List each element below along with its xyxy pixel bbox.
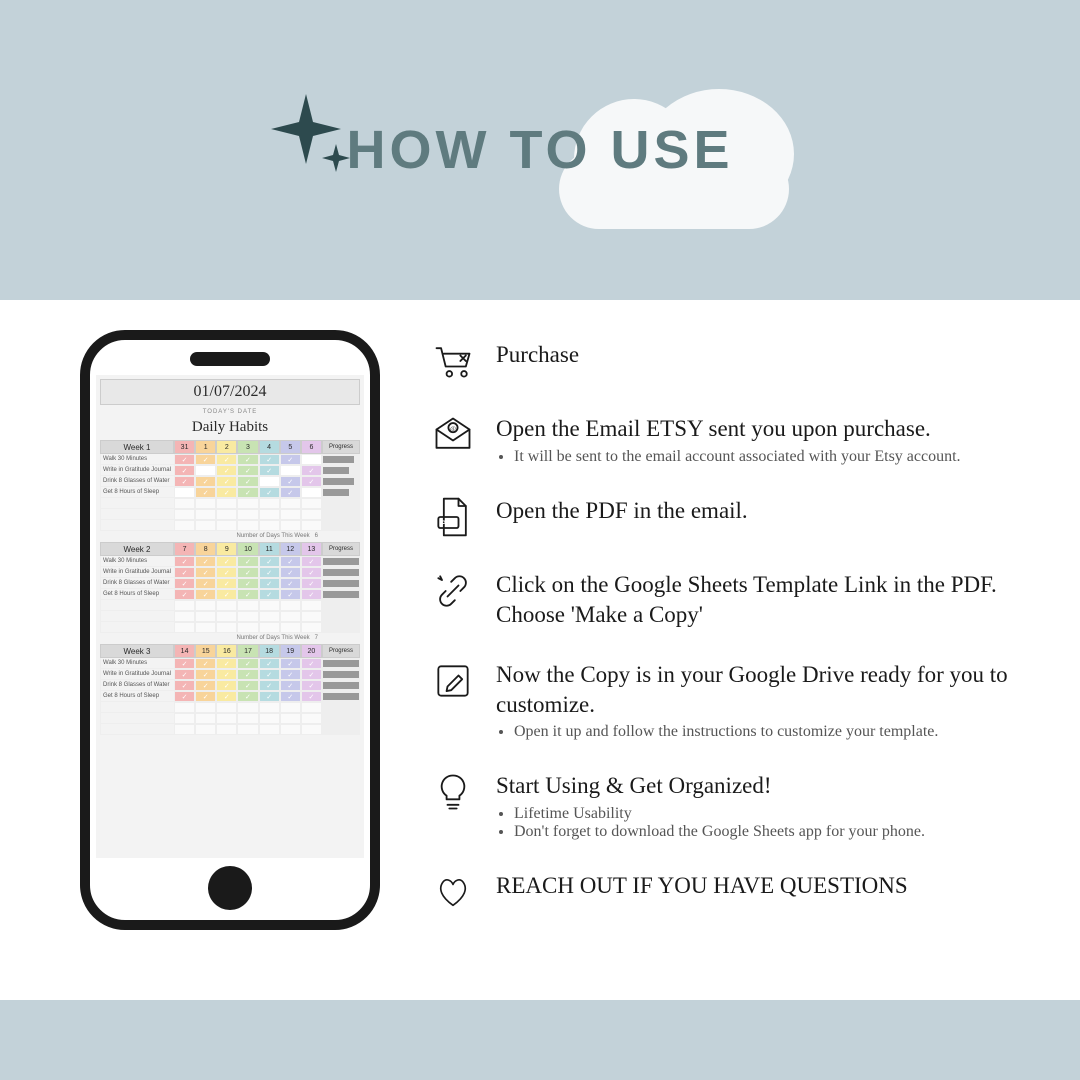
step-3: Click on the Google Sheets Template Link… [430,568,1030,630]
page-title: HOW TO USE [346,119,733,181]
step-title: Start Using & Get Organized! [496,771,1030,801]
cart-icon [430,338,476,384]
steps-list: Purchase @ Open the Email ETSY sent you up… [430,330,1030,970]
step-sublist: Lifetime UsabilityDon't forget to downlo… [496,805,1030,841]
step-title: REACH OUT IF YOU HAVE QUESTIONS [496,871,1030,901]
main-content: 01/07/2024 TODAY'S DATE Daily HabitsWeek… [0,300,1080,1000]
phone-mockup: 01/07/2024 TODAY'S DATE Daily HabitsWeek… [80,330,380,930]
habits-title: Daily Habits [96,419,364,436]
svg-text:@: @ [450,425,456,432]
heart-icon [430,869,476,915]
step-title: Open the Email ETSY sent you upon purcha… [496,414,1030,444]
sparkle-icon [266,89,356,179]
pdf-icon: PDF [430,494,476,540]
step-4: Now the Copy is in your Google Drive rea… [430,658,1030,742]
edit-icon [430,658,476,704]
step-6: REACH OUT IF YOU HAVE QUESTIONS [430,869,1030,915]
svg-text:PDF: PDF [441,518,456,527]
date-bar: 01/07/2024 [100,379,360,405]
mail-icon: @ [430,412,476,458]
step-1: @ Open the Email ETSY sent you upon purch… [430,412,1030,466]
step-title: Click on the Google Sheets Template Link… [496,570,1030,630]
step-2: PDF Open the PDF in the email. [430,494,1030,540]
step-0: Purchase [430,338,1030,384]
link-icon [430,568,476,614]
step-title: Now the Copy is in your Google Drive rea… [496,660,1030,720]
step-title: Open the PDF in the email. [496,496,1030,526]
footer [0,1000,1080,1080]
step-title: Purchase [496,340,1030,370]
step-sublist: Open it up and follow the instructions t… [496,723,1030,741]
step-sublist: It will be sent to the email account ass… [496,448,1030,466]
step-5: Start Using & Get Organized! Lifetime Usa… [430,769,1030,841]
bulb-icon [430,769,476,815]
header: HOW TO USE [0,0,1080,300]
